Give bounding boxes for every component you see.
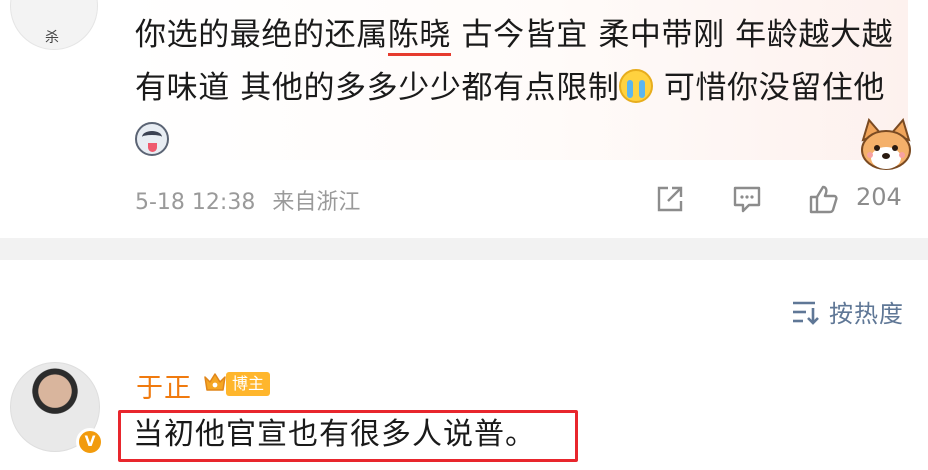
location: 来自浙江 (272, 190, 361, 215)
avatar[interactable]: 杀 (10, 0, 98, 50)
corgi-sticker-icon (861, 118, 911, 170)
share-icon[interactable] (655, 184, 685, 214)
comment-icon[interactable] (732, 184, 762, 214)
avatar-glyph: 杀 (45, 30, 59, 46)
verified-icon: V (76, 428, 104, 456)
sort-toggle[interactable]: 按热度 (791, 294, 904, 329)
comment-text-part: 你选的最绝的还属 (135, 17, 388, 53)
timestamp: 5-18 12:38 (135, 190, 256, 215)
author-badge: 博主 (226, 372, 271, 396)
like-icon[interactable] (808, 184, 838, 214)
comment-text: 你选的最绝的还属陈晓 古今皆宜 柔中带刚 年龄越大越有味道 其他的多多少少都有点… (135, 9, 895, 168)
section-divider (0, 238, 928, 260)
comment-text-part: 可惜你没留住他 (653, 70, 886, 106)
cry-emoji-icon (619, 69, 654, 103)
username[interactable]: 于正 (136, 366, 192, 405)
highlighted-name[interactable]: 陈晓 (387, 17, 452, 56)
comment-card: 杀 你选的最绝的还属陈晓 古今皆宜 柔中带刚 年龄越大越有味道 其他的多多少少都… (0, 0, 928, 238)
crown-icon (204, 373, 226, 391)
like-count: 204 (856, 183, 902, 211)
reply-text: 当初他官宣也有很多人说普。 (133, 417, 536, 452)
husky-emoji-icon (135, 122, 169, 156)
sort-label: 按热度 (829, 300, 904, 328)
comment-meta: 5-18 12:38 来自浙江 (135, 184, 360, 216)
sort-icon (793, 301, 819, 325)
